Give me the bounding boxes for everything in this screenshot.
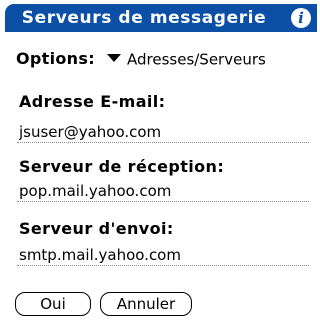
options-row: Options: Adresses/Serveurs <box>16 48 266 70</box>
outgoing-server-field[interactable] <box>17 244 309 266</box>
email-field[interactable] <box>17 121 309 143</box>
dropdown-triangle-icon <box>107 54 121 63</box>
cancel-button[interactable]: Annuler <box>100 292 192 316</box>
options-label: Options: <box>16 49 95 68</box>
options-selected-value: Adresses/Serveurs <box>127 50 266 69</box>
incoming-server-label: Serveur de réception: <box>19 157 225 176</box>
window-title: Serveurs de messagerie <box>21 8 267 28</box>
incoming-server-field[interactable] <box>17 180 309 202</box>
ok-button[interactable]: Oui <box>15 292 91 316</box>
outgoing-server-label: Serveur d'envoi: <box>19 219 174 238</box>
email-label: Adresse E-mail: <box>19 92 166 111</box>
title-bar: Serveurs de messagerie i <box>5 4 317 32</box>
options-dropdown[interactable]: Adresses/Serveurs <box>107 49 266 69</box>
info-icon[interactable]: i <box>291 8 311 28</box>
